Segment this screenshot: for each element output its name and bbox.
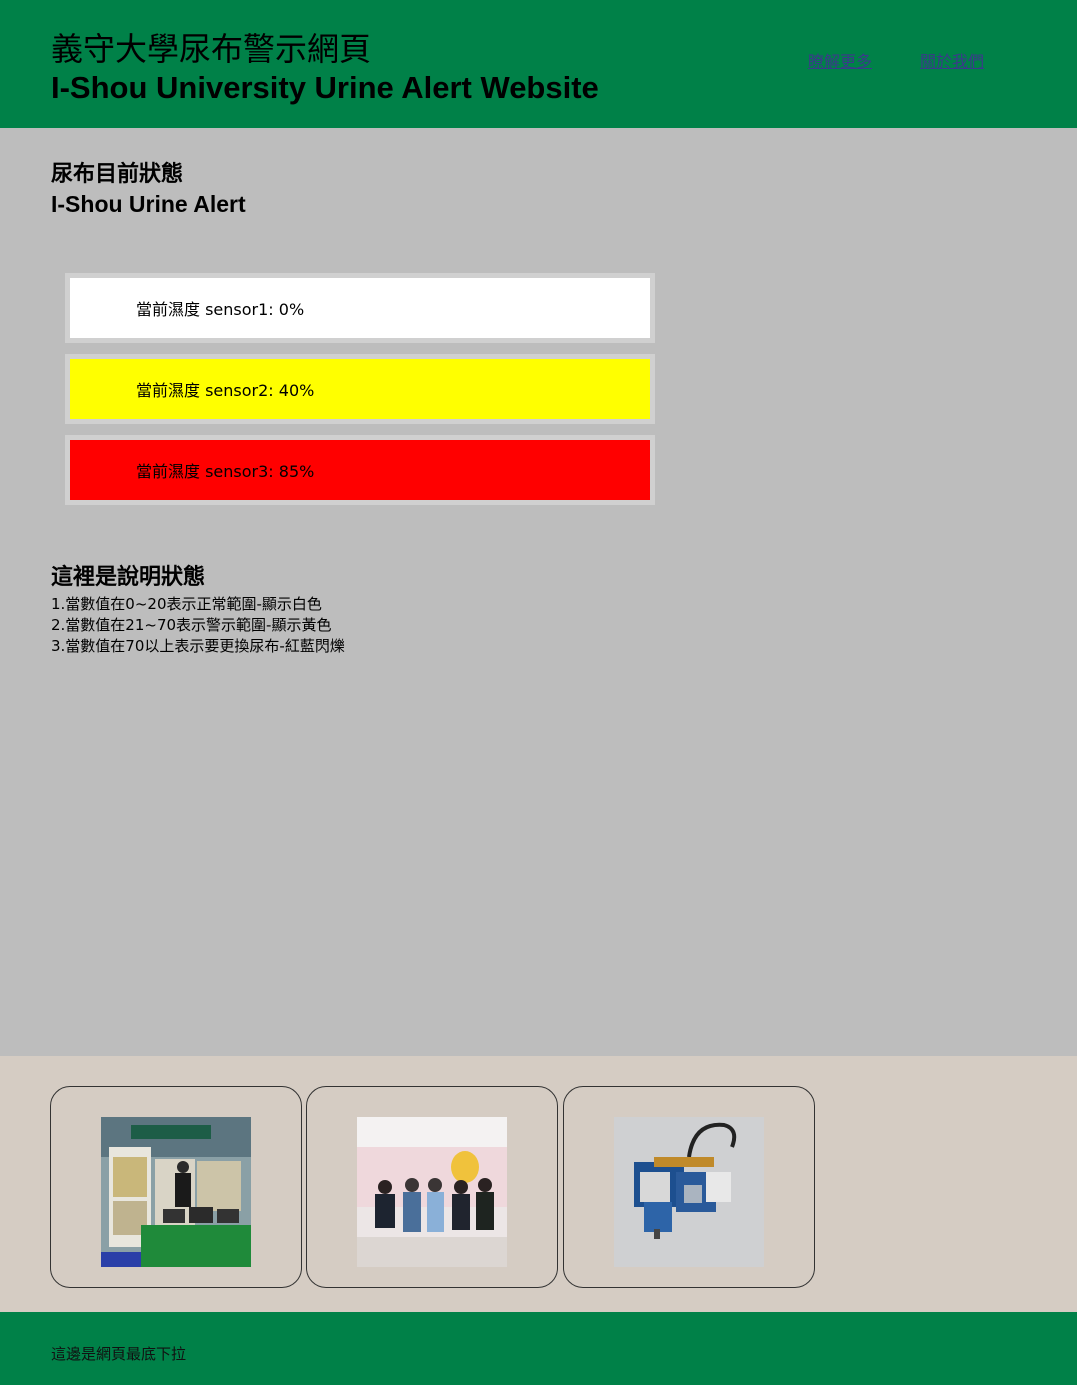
explanation-line-3: 3.當數值在70以上表示要更換尿布-紅藍閃爍	[51, 637, 345, 655]
main-content: 尿布目前狀態 I-Shou Urine Alert 當前濕度 sensor1: …	[0, 128, 1077, 1056]
group-photo-icon	[357, 1117, 507, 1267]
sensor-1-card: 當前濕度 sensor1: 0%	[65, 273, 655, 343]
sensor-3-label: 當前濕度 sensor3: 85%	[136, 462, 315, 481]
sensor-2-panel: 當前濕度 sensor2: 40%	[70, 359, 650, 419]
explanation-title: 這裡是說明狀態	[51, 565, 206, 590]
exhibition-booth-photo-icon	[101, 1117, 251, 1267]
nav-learn-more-link[interactable]: 瞭解更多	[808, 48, 872, 72]
status-title-zh: 尿布目前狀態	[51, 162, 184, 187]
footer-text: 這邊是網頁最底下拉	[51, 1345, 187, 1363]
explanation-line-1: 1.當數值在0~20表示正常範圍-顯示白色	[51, 595, 322, 613]
status-heading: 尿布目前狀態 I-Shou Urine Alert	[51, 161, 246, 219]
photo-gallery	[0, 1056, 1077, 1312]
explanation-line-2: 2.當數值在21~70表示警示範圍-顯示黃色	[51, 616, 332, 634]
circuit-board-photo-icon	[614, 1117, 764, 1267]
sensor-3-card: 當前濕度 sensor3: 85%	[65, 435, 655, 505]
site-title: 義守大學尿布警示網頁 I-Shou University Urine Alert…	[51, 30, 599, 108]
sensor-2-card: 當前濕度 sensor2: 40%	[65, 354, 655, 424]
top-nav: 瞭解更多 關於我們	[808, 48, 984, 72]
site-title-en: I-Shou University Urine Alert Website	[51, 70, 599, 105]
gallery-card-1[interactable]	[50, 1086, 302, 1288]
status-title-en: I-Shou Urine Alert	[51, 191, 246, 217]
sensor-2-label: 當前濕度 sensor2: 40%	[136, 381, 315, 400]
sensor-3-panel: 當前濕度 sensor3: 85%	[70, 440, 650, 500]
site-footer: 這邊是網頁最底下拉	[0, 1312, 1077, 1385]
nav-about-us-link[interactable]: 關於我們	[920, 48, 984, 72]
gallery-card-3[interactable]	[563, 1086, 815, 1288]
gallery-card-2[interactable]	[306, 1086, 558, 1288]
site-title-zh: 義守大學尿布警示網頁	[51, 30, 372, 68]
sensor-1-panel: 當前濕度 sensor1: 0%	[70, 278, 650, 338]
explanation-section: 這裡是說明狀態 1.當數值在0~20表示正常範圍-顯示白色 2.當數值在21~7…	[51, 564, 345, 657]
site-header: 義守大學尿布警示網頁 I-Shou University Urine Alert…	[0, 0, 1077, 128]
sensor-1-label: 當前濕度 sensor1: 0%	[136, 300, 305, 319]
